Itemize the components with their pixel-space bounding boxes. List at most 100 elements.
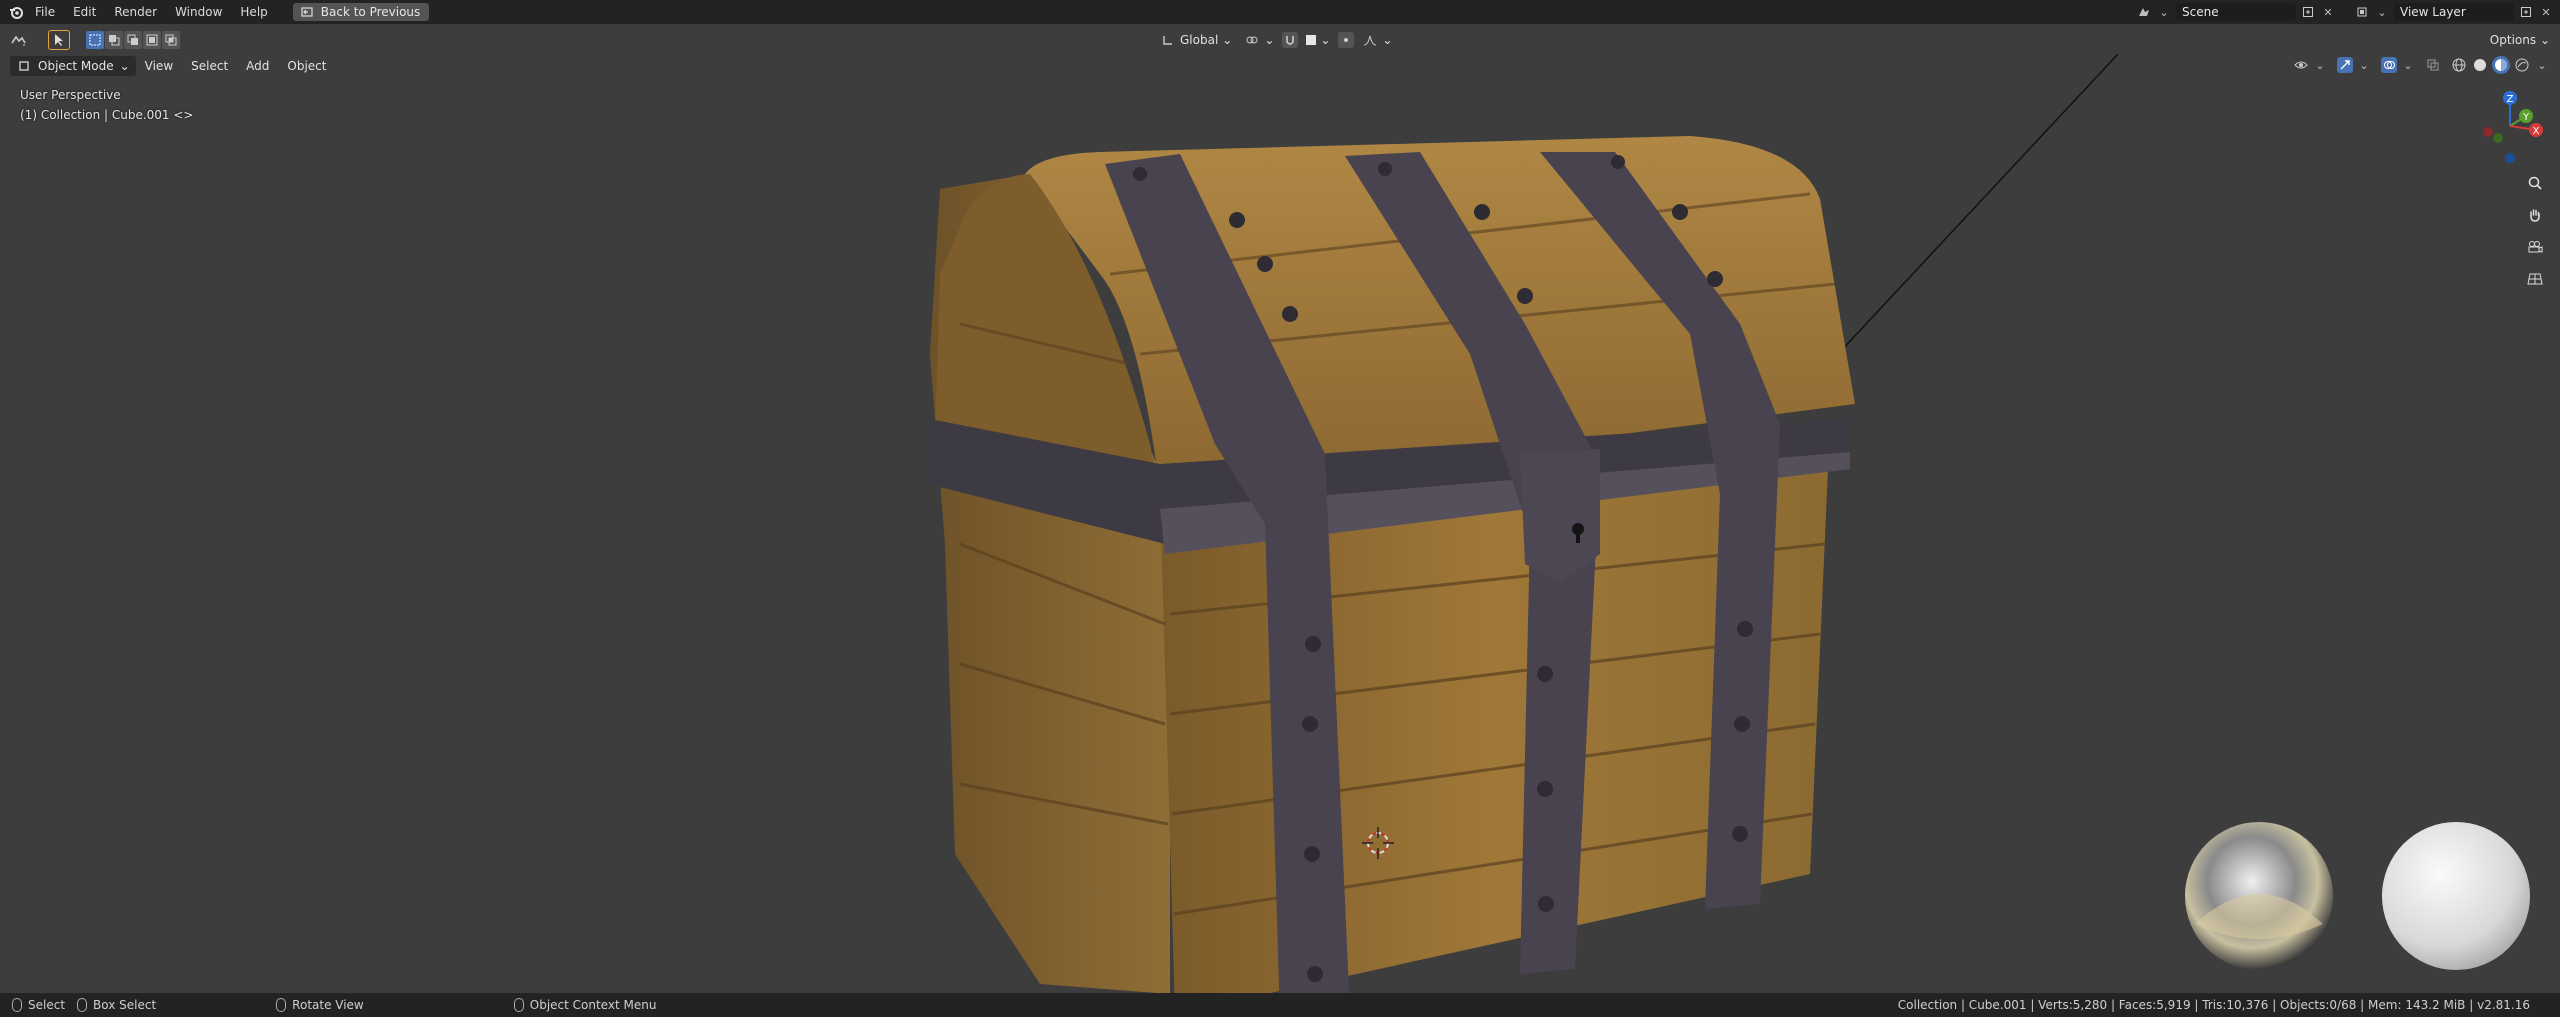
pivot-dropdown[interactable]: ⌄	[1240, 30, 1278, 50]
status-box-select-hint: Box Select	[77, 998, 156, 1012]
hdri-matte-sphere	[2382, 822, 2530, 970]
view-layer-name-field[interactable]: View Layer	[2394, 3, 2514, 21]
navigation-tools	[2522, 170, 2548, 292]
chevron-down-icon[interactable]: ⌄	[2374, 4, 2390, 20]
orientation-dropdown[interactable]: Global ⌄	[1156, 30, 1236, 50]
gizmo-toggle-icon[interactable]	[2337, 57, 2353, 73]
material-preview-shading-icon[interactable]	[2492, 56, 2510, 74]
status-rotate-hint: Rotate View	[276, 998, 364, 1012]
menu-window[interactable]: Window	[166, 0, 231, 24]
delete-view-layer-icon[interactable]: ✕	[2538, 4, 2554, 20]
snap-target-dropdown[interactable]: ⌄	[1302, 30, 1334, 50]
status-box-select-label: Box Select	[93, 998, 157, 1012]
status-bar: Select Box Select Rotate View Object Con…	[0, 993, 2560, 1017]
navigation-gizmo[interactable]: Z Y X	[2470, 86, 2550, 166]
menu-select[interactable]: Select	[182, 59, 237, 73]
viewport-header: Object Mode ⌄ View Select Add Object ⌄ ⌄…	[0, 54, 2560, 78]
select-extend-icon[interactable]	[105, 31, 123, 49]
overlays-toggle-icon[interactable]	[2381, 57, 2397, 73]
proportional-edit-icon[interactable]	[1338, 32, 1355, 48]
mouse-left-icon	[12, 998, 22, 1012]
tool-header: Global ⌄ ⌄ ⌄ ⌄ Options ⌄	[0, 28, 2560, 52]
gizmo-y-label: Y	[2522, 112, 2530, 123]
chevron-down-icon: ⌄	[1264, 33, 1275, 47]
delete-scene-icon[interactable]: ✕	[2320, 4, 2336, 20]
chevron-down-icon[interactable]: ⌄	[2534, 57, 2550, 73]
scene-render	[928, 53, 2530, 1017]
gizmo-z-label: Z	[2507, 94, 2514, 105]
scene-statistics: Collection | Cube.001 | Verts:5,280 | Fa…	[1897, 998, 2530, 1012]
chevron-down-icon[interactable]: ⌄	[2156, 4, 2172, 20]
chevron-down-icon: ⌄	[2539, 33, 2550, 47]
3d-viewport[interactable]	[0, 24, 2560, 1017]
solid-shading-icon[interactable]	[2471, 56, 2489, 74]
chevron-down-icon[interactable]: ⌄	[2400, 57, 2416, 73]
menu-object[interactable]: Object	[278, 59, 335, 73]
visibility-eye-icon[interactable]	[2293, 57, 2309, 73]
menu-edit[interactable]: Edit	[64, 0, 105, 24]
orientation-label: Global	[1180, 33, 1219, 47]
status-context-menu-hint: Object Context Menu	[513, 998, 657, 1012]
status-rotate-label: Rotate View	[292, 998, 364, 1012]
view-layer-icon[interactable]	[2354, 4, 2370, 20]
menu-help[interactable]: Help	[231, 0, 276, 24]
zoom-icon[interactable]	[2522, 170, 2548, 196]
options-dropdown[interactable]: Options ⌄	[2490, 30, 2550, 50]
select-intersect-icon[interactable]	[162, 31, 180, 49]
object-mode-icon	[16, 58, 32, 74]
new-scene-icon[interactable]	[2300, 4, 2316, 20]
mouse-middle-icon	[276, 998, 287, 1012]
orientation-icon	[1160, 32, 1176, 48]
new-view-layer-icon[interactable]	[2518, 4, 2534, 20]
menu-file[interactable]: File	[26, 0, 64, 24]
perspective-grid-icon[interactable]	[2522, 266, 2548, 292]
back-to-previous-label: Back to Previous	[320, 5, 421, 19]
status-context-menu-label: Object Context Menu	[529, 998, 657, 1012]
scene-type-icon[interactable]	[2136, 4, 2152, 20]
select-new-icon[interactable]	[86, 31, 104, 49]
xray-toggle-icon[interactable]	[2425, 57, 2441, 73]
menu-view[interactable]: View	[136, 59, 182, 73]
viewport-shading-group: ⌄ ⌄ ⌄ ⌄	[2293, 56, 2550, 74]
selection-mode-group	[86, 31, 180, 49]
wireframe-shading-icon[interactable]	[2450, 56, 2468, 74]
pivot-point-icon	[1244, 32, 1260, 48]
mouse-right-icon	[513, 998, 524, 1012]
transform-settings-group: Global ⌄ ⌄ ⌄ ⌄	[1156, 30, 1397, 50]
mouse-drag-icon	[77, 998, 88, 1012]
screen-back-icon	[299, 4, 315, 20]
chevron-down-icon: ⌄	[1320, 33, 1331, 47]
falloff-dropdown[interactable]: ⌄	[1358, 30, 1396, 50]
chevron-down-icon: ⌄	[1222, 33, 1233, 47]
scene-name-field[interactable]: Scene	[2176, 3, 2296, 21]
camera-view-icon[interactable]	[2522, 234, 2548, 260]
snap-toggle-icon[interactable]	[1282, 32, 1299, 48]
top-menu-bar: File Edit Render Window Help Back to Pre…	[0, 0, 2560, 24]
light-direction-line	[1837, 53, 2119, 355]
back-to-previous-button[interactable]: Back to Previous	[292, 3, 430, 21]
options-label: Options	[2489, 33, 2537, 47]
snap-increment-icon	[1306, 35, 1317, 45]
rendered-shading-icon[interactable]	[2513, 56, 2531, 74]
menu-render[interactable]: Render	[105, 0, 166, 24]
select-tool-icon[interactable]	[48, 30, 70, 50]
status-select-label: Select	[28, 998, 66, 1012]
status-select-hint: Select	[12, 998, 65, 1012]
object-mode-dropdown[interactable]: Object Mode ⌄	[10, 56, 136, 76]
select-invert-icon[interactable]	[143, 31, 161, 49]
gizmo-x-label: X	[2533, 126, 2540, 137]
active-collection-label: (1) Collection | Cube.001 <>	[20, 108, 194, 122]
object-mode-label: Object Mode	[38, 59, 114, 73]
blender-logo-icon[interactable]	[6, 2, 26, 22]
menu-add[interactable]: Add	[237, 59, 278, 73]
chevron-down-icon: ⌄	[119, 59, 130, 73]
select-subtract-icon[interactable]	[124, 31, 142, 49]
editor-type-icon[interactable]	[8, 30, 30, 50]
chevron-down-icon[interactable]: ⌄	[2356, 57, 2372, 73]
chevron-down-icon[interactable]: ⌄	[2312, 57, 2328, 73]
topbar-right-group: ⌄ Scene ✕ ⌄ View Layer ✕	[2136, 0, 2560, 24]
chevron-down-icon: ⌄	[1382, 33, 1393, 47]
pan-hand-icon[interactable]	[2522, 202, 2548, 228]
view-perspective-label: User Perspective	[20, 88, 121, 102]
falloff-curve-icon	[1362, 32, 1378, 48]
